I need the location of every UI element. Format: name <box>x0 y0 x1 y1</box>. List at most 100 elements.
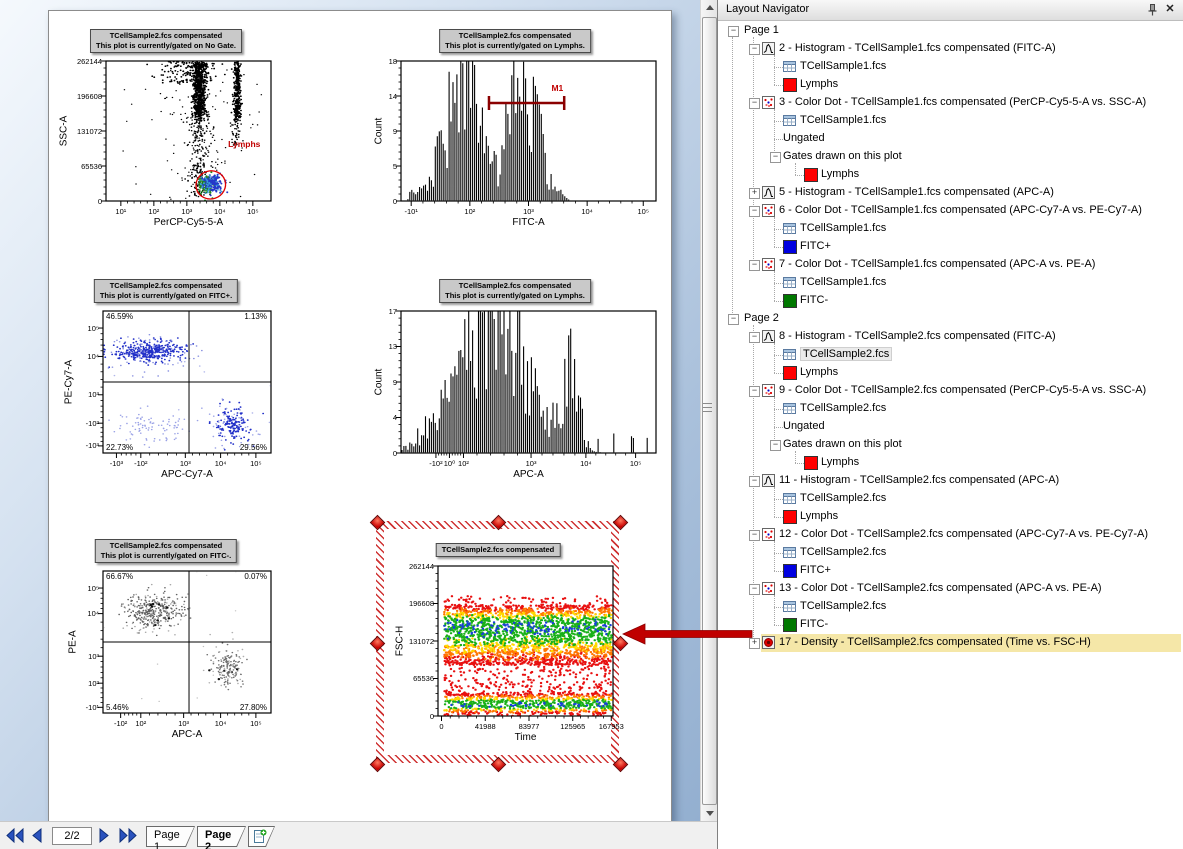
tree-item[interactable]: TCellSample1.fcs <box>718 274 1183 292</box>
tree-item[interactable]: TCellSample1.fcs <box>718 58 1183 76</box>
tree-item-label[interactable]: TCellSample1.fcs <box>800 276 886 288</box>
tree-expander[interactable]: + <box>749 188 760 199</box>
tree-item-label[interactable]: TCellSample2.fcs <box>800 546 886 558</box>
tree-item[interactable]: Lymphs <box>718 76 1183 94</box>
tree-item[interactable]: Ungated <box>718 418 1183 436</box>
close-icon[interactable]: ✕ <box>1163 2 1177 16</box>
layout-page[interactable]: TCellSample2.fcs compensatedThis plot is… <box>48 10 672 822</box>
tree-item[interactable]: Lymphs <box>718 166 1183 184</box>
tree-item-label[interactable]: TCellSample1.fcs <box>800 114 886 126</box>
tree-item[interactable]: −6 - Color Dot - TCellSample1.fcs compen… <box>718 202 1183 220</box>
tree-item[interactable]: TCellSample2.fcs <box>718 544 1183 562</box>
tree-item[interactable]: +17 - Density - TCellSample2.fcs compens… <box>718 634 1183 652</box>
tree-item[interactable]: −Gates drawn on this plot <box>718 436 1183 454</box>
tree-item[interactable]: −Page 2 <box>718 310 1183 328</box>
tree-item[interactable]: − 13 - Color Dot - TCellSample2.fcs compe… <box>718 580 1183 598</box>
plot-6-canvas[interactable] <box>428 556 623 728</box>
tree-item[interactable]: TCellSample2.fcs <box>718 346 1183 364</box>
tree-item-label[interactable]: Ungated <box>783 420 825 432</box>
tree-item[interactable]: −8 - Histogram - TCellSample2.fcs compen… <box>718 328 1183 346</box>
tree-item-label[interactable]: 11 - Histogram - TCellSample2.fcs compen… <box>779 474 1059 486</box>
plot-3-header[interactable]: TCellSample2.fcs compensatedThis plot is… <box>94 279 238 303</box>
layout-canvas[interactable]: TCellSample2.fcs compensatedThis plot is… <box>0 0 700 821</box>
plot-3-canvas[interactable] <box>93 301 281 465</box>
tree-expander[interactable]: − <box>749 98 760 109</box>
tree-item-label[interactable]: 3 - Color Dot - TCellSample1.fcs compens… <box>779 96 1146 108</box>
first-page-button[interactable] <box>4 827 26 844</box>
tree-item-label[interactable]: 2 - Histogram - TCellSample1.fcs compens… <box>779 42 1056 54</box>
tree-item-label[interactable]: Lymphs <box>821 168 859 180</box>
tree-item[interactable]: FITC- <box>718 616 1183 634</box>
tab-page-2[interactable]: Page 2 <box>197 826 246 847</box>
tree-item-label[interactable]: Ungated <box>783 132 825 144</box>
tab-page-1[interactable]: Page 1 <box>146 826 195 847</box>
tree-item-label[interactable]: 13 - Color Dot - TCellSample2.fcs compen… <box>779 582 1102 594</box>
tree-item-label[interactable]: Lymphs <box>821 456 859 468</box>
last-page-button[interactable] <box>117 827 139 844</box>
tree-item-label[interactable]: 12 - Color Dot - TCellSample2.fcs compen… <box>779 528 1148 540</box>
tree-item-label[interactable]: 9 - Color Dot - TCellSample2.fcs compens… <box>779 384 1146 396</box>
tree-item-label[interactable]: TCellSample2.fcs <box>800 347 892 361</box>
tree-expander[interactable]: − <box>749 584 760 595</box>
tree-expander[interactable]: − <box>749 476 760 487</box>
tree-item[interactable]: TCellSample2.fcs <box>718 490 1183 508</box>
tree-item[interactable]: − 11 - Histogram - TCellSample2.fcs compe… <box>718 472 1183 490</box>
scroll-down-button[interactable] <box>702 805 717 821</box>
plot-2-header[interactable]: TCellSample2.fcs compensatedThis plot is… <box>439 29 591 53</box>
tree-expander[interactable]: − <box>749 530 760 541</box>
tree-item[interactable]: − 12 - Color Dot - TCellSample2.fcs compe… <box>718 526 1183 544</box>
tree-item-label[interactable]: Page 1 <box>744 24 779 36</box>
tree-item[interactable]: −2 - Histogram - TCellSample1.fcs compen… <box>718 40 1183 58</box>
tree-expander[interactable]: − <box>770 440 781 451</box>
tree-item[interactable]: TCellSample2.fcs <box>718 400 1183 418</box>
tree-item-label[interactable]: Gates drawn on this plot <box>783 150 902 162</box>
tree-item[interactable]: −Gates drawn on this plot <box>718 148 1183 166</box>
tree-item-label[interactable]: FITC- <box>800 294 828 306</box>
tree-item-label[interactable]: 5 - Histogram - TCellSample1.fcs compens… <box>779 186 1054 198</box>
tree-item[interactable]: Lymphs <box>718 364 1183 382</box>
tree-item-label[interactable]: 6 - Color Dot - TCellSample1.fcs compens… <box>779 204 1142 216</box>
plot-2-canvas[interactable] <box>391 51 666 213</box>
tree-expander[interactable]: − <box>749 386 760 397</box>
plot-1-header[interactable]: TCellSample2.fcs compensatedThis plot is… <box>90 29 242 53</box>
tree-expander[interactable]: − <box>749 332 760 343</box>
next-page-button[interactable] <box>96 827 112 844</box>
plot-5-canvas[interactable] <box>93 561 281 725</box>
tree-item[interactable]: FITC+ <box>718 562 1183 580</box>
tree-item-label[interactable]: 7 - Color Dot - TCellSample1.fcs compens… <box>779 258 1095 270</box>
tree-expander[interactable]: + <box>749 638 760 649</box>
plot-4-header[interactable]: TCellSample2.fcs compensatedThis plot is… <box>439 279 591 303</box>
tree-item[interactable]: −Page 1 <box>718 22 1183 40</box>
plot-5-header[interactable]: TCellSample2.fcs compensatedThis plot is… <box>95 539 237 563</box>
tree-item-label[interactable]: FITC+ <box>800 240 831 252</box>
tree-item-label[interactable]: Lymphs <box>800 510 838 522</box>
tree-item[interactable]: − 3 - Color Dot - TCellSample1.fcs compen… <box>718 94 1183 112</box>
tree-expander[interactable]: − <box>770 152 781 163</box>
tree-item[interactable]: TCellSample2.fcs <box>718 598 1183 616</box>
tree-item-label[interactable]: TCellSample1.fcs <box>800 222 886 234</box>
tree-item[interactable]: Ungated <box>718 130 1183 148</box>
marker-label[interactable]: M1 <box>551 83 563 93</box>
splitter-grip-icon[interactable] <box>703 403 712 413</box>
tree-item-label[interactable]: TCellSample2.fcs <box>800 402 886 414</box>
scroll-up-button[interactable] <box>702 0 717 16</box>
tree-item[interactable]: +5 - Histogram - TCellSample1.fcs compen… <box>718 184 1183 202</box>
tree-item-label[interactable]: Lymphs <box>800 78 838 90</box>
tree-expander[interactable]: − <box>728 26 739 37</box>
gate-label[interactable]: Lymphs <box>228 139 260 149</box>
tree-item[interactable]: −7 - Color Dot - TCellSample1.fcs compen… <box>718 256 1183 274</box>
add-page-tab[interactable] <box>248 826 275 847</box>
tree-item-label[interactable]: FITC+ <box>800 564 831 576</box>
tree-item-label[interactable]: Lymphs <box>800 366 838 378</box>
tree-item[interactable]: TCellSample1.fcs <box>718 112 1183 130</box>
plot-6-header[interactable]: TCellSample2.fcs compensated <box>436 543 561 557</box>
tree-item-label[interactable]: Gates drawn on this plot <box>783 438 902 450</box>
tree-item[interactable]: TCellSample1.fcs <box>718 220 1183 238</box>
previous-page-button[interactable] <box>29 827 45 844</box>
tree-item[interactable]: FITC+ <box>718 238 1183 256</box>
tree-item[interactable]: FITC- <box>718 292 1183 310</box>
page-indicator[interactable]: 2/2 <box>52 827 92 845</box>
plot-4-canvas[interactable] <box>391 301 666 465</box>
tree-item-label[interactable]: TCellSample2.fcs <box>800 600 886 612</box>
tree-item[interactable]: − 9 - Color Dot - TCellSample2.fcs compen… <box>718 382 1183 400</box>
